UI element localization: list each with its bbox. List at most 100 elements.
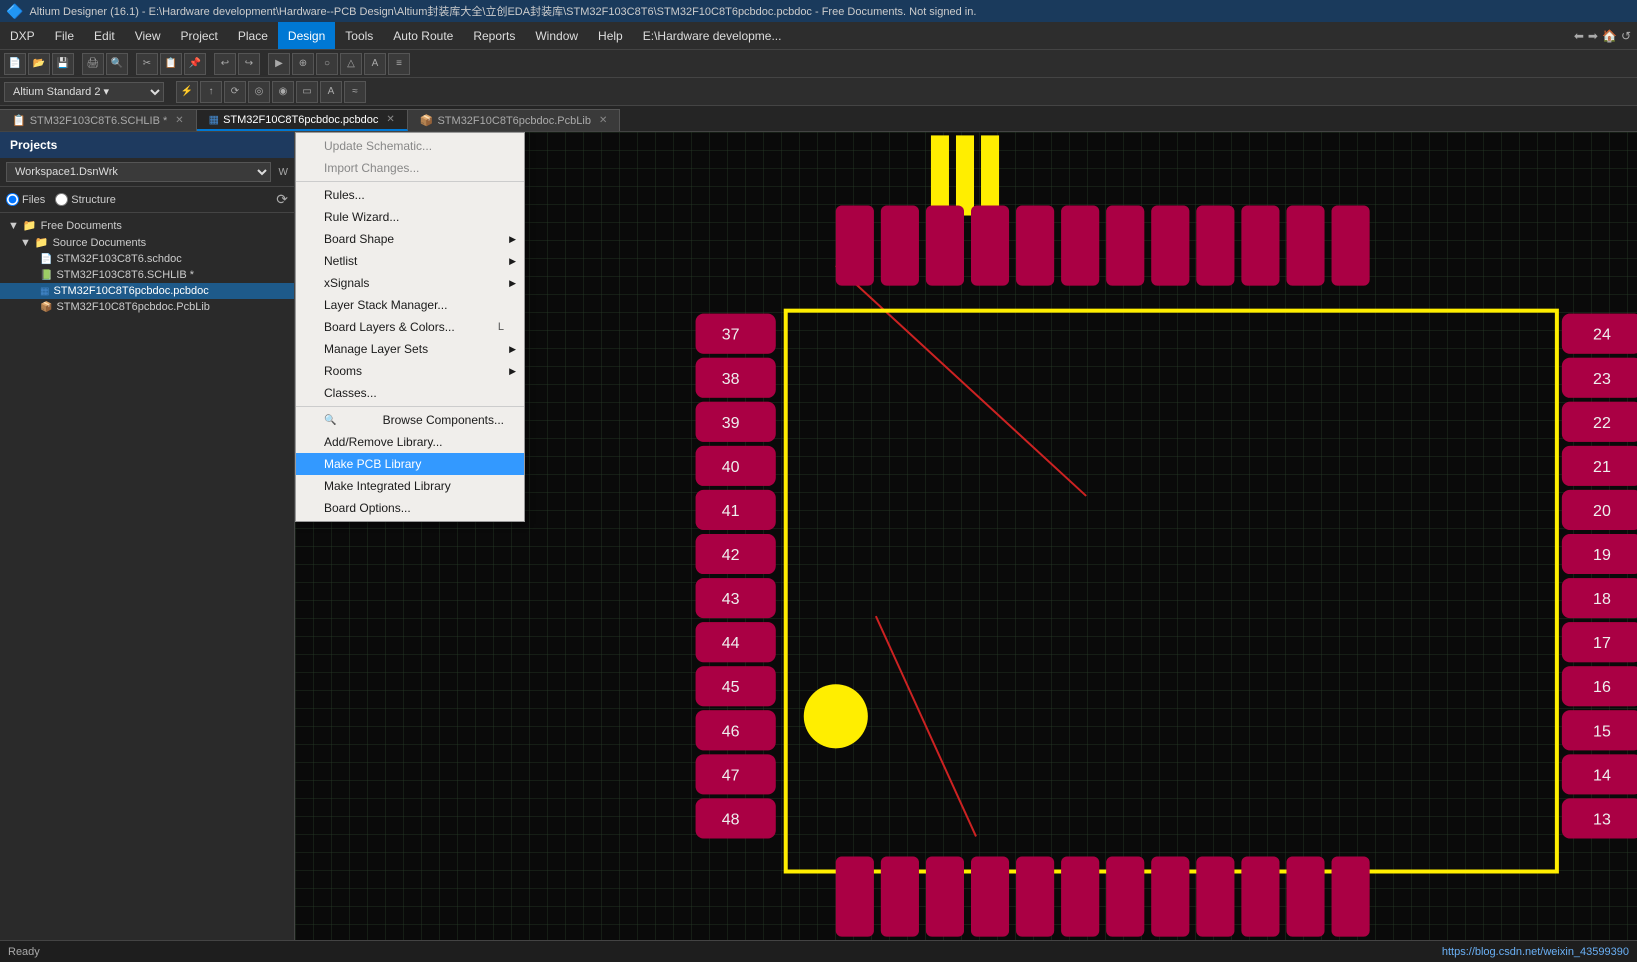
menu-board-options[interactable]: Board Options... — [296, 497, 524, 519]
canvas-area[interactable]: 37 38 39 40 41 42 43 — [295, 132, 1637, 940]
tab-pcblib-close[interactable]: ✕ — [599, 115, 607, 126]
tb-open[interactable]: 📂 — [28, 53, 50, 75]
standard-combo[interactable]: Altium Standard 2 ▾ — [4, 82, 164, 102]
menu-netlist[interactable]: Netlist — [296, 250, 524, 272]
refresh-tree-icon[interactable]: ⟳ — [276, 191, 288, 207]
menu-make-integrated-library[interactable]: Make Integrated Library — [296, 475, 524, 497]
free-docs-label: Free Documents — [41, 220, 122, 232]
tab-pcbdoc[interactable]: ▦ STM32F10C8T6pcbdoc.pcbdoc ✕ — [197, 109, 408, 131]
menu-xsignals[interactable]: xSignals — [296, 272, 524, 294]
svg-text:41: 41 — [722, 502, 740, 520]
menu-place[interactable]: Place — [228, 22, 278, 49]
svg-text:14: 14 — [1593, 766, 1611, 784]
source-docs-indent: ▼ — [20, 237, 31, 249]
nav-back-icon[interactable]: ⬅ — [1574, 29, 1584, 43]
toolbar-main: 📄 📂 💾 🖨 🔍 ✂ 📋 📌 ↩ ↪ ▶ ⊕ ○ △ A ≡ — [0, 50, 1637, 78]
main-layout: Projects Workspace1.DsnWrk W Files Struc… — [0, 132, 1637, 940]
menu-rules[interactable]: Rules... — [296, 184, 524, 206]
tab-schlib[interactable]: 📋 STM32F103C8T6.SCHLIB * ✕ — [0, 109, 197, 131]
menu-design[interactable]: Design — [278, 22, 335, 49]
workspace-selector: Workspace1.DsnWrk W — [0, 158, 294, 187]
menu-project[interactable]: Project — [171, 22, 228, 49]
source-docs-label: Source Documents — [53, 237, 147, 249]
menu-view[interactable]: View — [125, 22, 171, 49]
menu-add-remove-library[interactable]: Add/Remove Library... — [296, 431, 524, 453]
refresh-icon[interactable]: ↺ — [1621, 29, 1631, 43]
menu-help[interactable]: Help — [588, 22, 633, 49]
tab-pcb-close[interactable]: ✕ — [386, 114, 394, 125]
tb-cut[interactable]: ✂ — [136, 53, 158, 75]
workspace-dropdown[interactable]: Workspace1.DsnWrk — [6, 162, 271, 182]
menu-rooms[interactable]: Rooms — [296, 360, 524, 382]
menu-board-shape[interactable]: Board Shape — [296, 228, 524, 250]
menu-board-layers-colors[interactable]: Board Layers & Colors... L — [296, 316, 524, 338]
radio-structure-label[interactable]: Structure — [55, 193, 116, 206]
left-panel: Projects Workspace1.DsnWrk W Files Struc… — [0, 132, 295, 940]
tab-pcblib[interactable]: 📦 STM32F10C8T6pcbdoc.PcbLib ✕ — [408, 109, 621, 131]
tb-b2[interactable]: ⊕ — [292, 53, 314, 75]
tb2-b4[interactable]: ◎ — [248, 81, 270, 103]
menu-tools[interactable]: Tools — [335, 22, 383, 49]
tb-zoom-in[interactable]: 🔍 — [106, 53, 128, 75]
home-icon[interactable]: 🏠 — [1602, 29, 1617, 43]
tb-b1[interactable]: ▶ — [268, 53, 290, 75]
tb-new[interactable]: 📄 — [4, 53, 26, 75]
tb2-b5[interactable]: ◉ — [272, 81, 294, 103]
tree-schlib[interactable]: 📗 STM32F103C8T6.SCHLIB * — [0, 267, 294, 283]
tb-copy[interactable]: 📋 — [160, 53, 182, 75]
nav-forward-icon[interactable]: ➡ — [1588, 29, 1598, 43]
tb2-b3[interactable]: ⟳ — [224, 81, 246, 103]
tree-pcblib[interactable]: 📦 STM32F10C8T6pcbdoc.PcbLib — [0, 299, 294, 315]
tb-b6[interactable]: ≡ — [388, 53, 410, 75]
svg-text:17: 17 — [1593, 634, 1611, 652]
menu-make-pcb-library[interactable]: Make PCB Library — [296, 453, 524, 475]
tb2-b8[interactable]: ≈ — [344, 81, 366, 103]
tab-schlib-close[interactable]: ✕ — [175, 115, 183, 126]
menu-file[interactable]: File — [45, 22, 84, 49]
tree-free-documents[interactable]: ▼ 📁 Free Documents — [0, 217, 294, 234]
menu-window[interactable]: Window — [525, 22, 588, 49]
svg-text:19: 19 — [1593, 546, 1611, 564]
menu-autoroute[interactable]: Auto Route — [383, 22, 463, 49]
menu-dxp[interactable]: DXP — [0, 22, 45, 49]
svg-text:15: 15 — [1593, 722, 1611, 740]
chevron-down-icon: ▼ — [8, 220, 19, 232]
tb-paste[interactable]: 📌 — [184, 53, 206, 75]
menu-path[interactable]: E:\Hardware developme... — [633, 22, 792, 49]
tb-redo[interactable]: ↪ — [238, 53, 260, 75]
tb-undo[interactable]: ↩ — [214, 53, 236, 75]
menu-rule-wizard[interactable]: Rule Wizard... — [296, 206, 524, 228]
tb2-b1[interactable]: ⚡ — [176, 81, 198, 103]
tb-b4[interactable]: △ — [340, 53, 362, 75]
tree-schdoc[interactable]: 📄 STM32F103C8T6.schdoc — [0, 251, 294, 267]
tb-b5[interactable]: A — [364, 53, 386, 75]
rooms-label: Rooms — [324, 364, 362, 378]
tb2-b7[interactable]: A — [320, 81, 342, 103]
menu-reports[interactable]: Reports — [463, 22, 525, 49]
radio-files[interactable] — [6, 193, 19, 206]
menu-layer-stack-manager[interactable]: Layer Stack Manager... — [296, 294, 524, 316]
tb2-b2[interactable]: ↑ — [200, 81, 222, 103]
radio-structure[interactable] — [55, 193, 68, 206]
tb2-b6[interactable]: ▭ — [296, 81, 318, 103]
tree-pcbdoc[interactable]: ▦ STM32F10C8T6pcbdoc.pcbdoc — [0, 283, 294, 299]
file-tree: ▼ 📁 Free Documents ▼ 📁 Source Documents … — [0, 213, 294, 940]
tb-b3[interactable]: ○ — [316, 53, 338, 75]
tree-source-documents[interactable]: ▼ 📁 Source Documents — [0, 234, 294, 251]
radio-bar: Files Structure ⟳ — [0, 187, 294, 213]
tb-save[interactable]: 💾 — [52, 53, 74, 75]
menu-import-changes[interactable]: Import Changes... — [296, 157, 524, 179]
menu-manage-layer-sets[interactable]: Manage Layer Sets — [296, 338, 524, 360]
board-layers-key: L — [498, 321, 504, 333]
title-bar: 🔷 Altium Designer (16.1) - E:\Hardware d… — [0, 0, 1637, 22]
menu-classes[interactable]: Classes... — [296, 382, 524, 404]
menu-update-schematic[interactable]: Update Schematic... — [296, 135, 524, 157]
svg-text:18: 18 — [1593, 590, 1611, 608]
board-layers-label: Board Layers & Colors... — [324, 320, 455, 334]
browse-components-label: Browse Components... — [383, 413, 504, 427]
netlist-label: Netlist — [324, 254, 357, 268]
tb-print[interactable]: 🖨 — [82, 53, 104, 75]
menu-browse-components[interactable]: 🔍 Browse Components... — [296, 409, 524, 431]
radio-files-label[interactable]: Files — [6, 193, 45, 206]
menu-edit[interactable]: Edit — [84, 22, 125, 49]
